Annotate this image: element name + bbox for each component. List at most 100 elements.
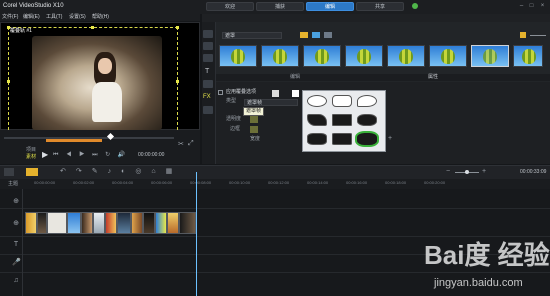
ruler-tick: 00:00:16:00 — [346, 180, 368, 185]
library-dropdown[interactable]: 遮罩 — [222, 32, 282, 39]
video-track-icon[interactable]: ⊕ — [12, 198, 20, 206]
graphics-icon[interactable] — [203, 80, 213, 88]
tab-options-attributes[interactable]: 属性 — [428, 75, 438, 80]
timeline-view-icon[interactable] — [26, 168, 38, 176]
mask-shape-oval[interactable] — [307, 95, 327, 107]
library-thumb[interactable] — [219, 45, 257, 67]
title-track-icon[interactable]: T — [12, 241, 20, 249]
white-swatch[interactable] — [292, 90, 299, 97]
timeline-clip[interactable] — [93, 212, 105, 234]
timeline-clip[interactable] — [105, 212, 117, 234]
transition-icon[interactable] — [203, 54, 213, 62]
voice-track-icon[interactable]: 🎤 — [12, 259, 21, 267]
image-filter-icon[interactable] — [312, 32, 320, 38]
path-icon[interactable] — [203, 106, 213, 114]
mask-shape-torn[interactable] — [332, 114, 352, 126]
timeline-clip[interactable] — [131, 212, 143, 234]
timecode-display[interactable]: 00:00:00:00 — [138, 153, 164, 158]
resize-handle-tr[interactable] — [176, 26, 179, 29]
library-thumb[interactable] — [387, 45, 425, 67]
maximize-icon[interactable]: □ — [527, 2, 536, 10]
mask-shape-stamp[interactable] — [332, 133, 352, 145]
sort-icon[interactable] — [324, 32, 332, 38]
ruler-tick: 00:00:10:00 — [229, 180, 251, 185]
folder-icon[interactable] — [300, 32, 308, 38]
menu-tools[interactable]: 工具(T) — [46, 15, 62, 20]
instant-project-icon[interactable] — [203, 42, 213, 50]
options-tabs — [216, 74, 550, 81]
overlay-track-icon[interactable]: ⊕ — [12, 220, 20, 228]
library-thumb[interactable] — [345, 45, 383, 67]
mask-shape-selected[interactable] — [355, 131, 379, 147]
timeline-clip[interactable] — [81, 212, 93, 234]
library-bar — [202, 14, 550, 22]
fx-icon[interactable]: FX — [203, 94, 211, 100]
mask-shape-splash[interactable] — [357, 114, 377, 126]
color-swatch[interactable] — [272, 90, 279, 97]
tab-capture[interactable]: 捕获 — [256, 2, 304, 11]
apply-overlay-checkbox[interactable] — [218, 90, 223, 95]
zoom-in-icon[interactable]: + — [482, 168, 486, 175]
view-icon[interactable] — [520, 32, 526, 38]
timeline-clip[interactable] — [117, 212, 131, 234]
baidu-watermark: Bai度 经验 jingyan.baidu.com — [394, 240, 550, 296]
add-mask-icon[interactable]: + — [388, 135, 392, 142]
library-thumb[interactable] — [261, 45, 299, 67]
ruler-tick: 00:00:08:00 — [190, 180, 212, 185]
timeline-clip[interactable] — [67, 212, 81, 234]
menu-settings[interactable]: 设置(S) — [69, 15, 86, 20]
library-thumb-selected[interactable] — [471, 45, 509, 67]
playhead[interactable] — [196, 172, 197, 296]
library-thumb[interactable] — [303, 45, 341, 67]
title-icon[interactable]: T — [205, 68, 209, 75]
timeline-clip[interactable] — [155, 212, 167, 234]
ruler-tick: 00:00:00:00 — [34, 180, 56, 185]
library-thumb[interactable] — [513, 45, 543, 67]
resize-handle-mr[interactable] — [176, 80, 179, 83]
timeline-tool-icons[interactable]: ↶↷✎♪◐◎⌂▦ — [60, 168, 182, 175]
minimize-icon[interactable]: – — [517, 2, 526, 10]
tab-options-edit[interactable]: 编辑 — [290, 75, 300, 80]
zoom-knob[interactable] — [465, 170, 469, 174]
tab-edit[interactable]: 编辑 — [306, 2, 354, 11]
apply-overlay-label: 应用覆叠选项 — [226, 89, 257, 95]
mask-shape-rounded[interactable] — [332, 95, 352, 107]
timeline-clip[interactable] — [167, 212, 179, 234]
border-swatch[interactable] — [250, 126, 258, 133]
opacity-swatch[interactable] — [250, 116, 258, 123]
ruler-tick: 00:00:20:00 — [424, 180, 446, 185]
trim-range[interactable] — [46, 139, 102, 142]
menu-file[interactable]: 文件(F) — [2, 15, 18, 20]
transport-icons[interactable]: ⏮ ◀ ▶ ⏭ ↻ 🔊 — [53, 152, 128, 158]
project-mode-label[interactable]: 项目 — [26, 148, 36, 153]
storyboard-view-icon[interactable] — [4, 168, 14, 176]
mask-shape-brush[interactable] — [307, 114, 327, 126]
cut-icon[interactable]: ✂ — [178, 140, 184, 148]
thumb-size-slider[interactable] — [530, 35, 546, 36]
timeline-clip[interactable] — [25, 212, 37, 234]
mask-shape-cloud[interactable] — [307, 133, 327, 145]
play-icon[interactable]: ▶ — [42, 150, 48, 159]
timeline-clip[interactable] — [47, 212, 67, 234]
leaf-icon[interactable] — [412, 3, 418, 9]
ruler-tick: 00:00:04:00 — [112, 180, 134, 185]
resize-handle-tl[interactable] — [7, 26, 10, 29]
media-icon[interactable] — [203, 30, 213, 38]
music-track-icon[interactable]: ♫ — [12, 277, 20, 285]
mask-shape-bubble[interactable] — [357, 95, 377, 107]
tab-share[interactable]: 共享 — [356, 2, 404, 11]
library-thumb[interactable] — [429, 45, 467, 67]
clip-mode-label[interactable]: 素材 — [26, 155, 36, 160]
timeline-clip[interactable] — [179, 212, 196, 234]
zoom-out-icon[interactable]: − — [446, 168, 450, 175]
timeline-clip[interactable] — [37, 212, 47, 234]
close-icon[interactable]: × — [538, 2, 547, 10]
tab-welcome[interactable]: 欢迎 — [206, 2, 254, 11]
menu-edit[interactable]: 编辑(E) — [23, 15, 40, 20]
type-dropdown[interactable]: 遮罩帧 — [244, 99, 298, 106]
resize-handle-ml[interactable] — [7, 80, 10, 83]
resize-handle-tm[interactable] — [91, 26, 94, 29]
mark-icon[interactable]: ⤢ — [188, 140, 194, 148]
menu-help[interactable]: 帮助(H) — [92, 15, 109, 20]
timeline-clip[interactable] — [143, 212, 155, 234]
